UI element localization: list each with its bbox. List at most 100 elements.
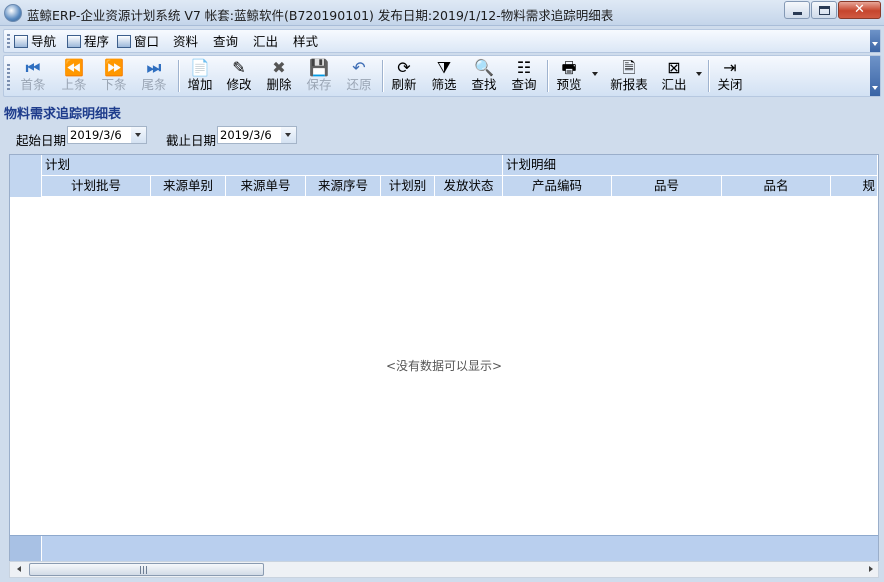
toolbar-separator xyxy=(382,60,383,92)
first-record-button[interactable]: ⏮ 首条 xyxy=(13,58,53,94)
close-icon: ✕ xyxy=(854,2,865,17)
first-record-icon: ⏮ xyxy=(25,58,41,77)
menu-data[interactable]: 资料 xyxy=(173,33,198,51)
close-form-button[interactable]: ⇥ 关闭 xyxy=(710,58,750,94)
menu-window[interactable]: 窗口 xyxy=(117,33,159,51)
button-label: 修改 xyxy=(226,77,252,92)
delete-icon: ✖ xyxy=(272,58,286,77)
edit-button[interactable]: ✎ 修改 xyxy=(219,58,259,94)
toolbar-grip-handle[interactable] xyxy=(7,64,10,90)
button-label: 保存 xyxy=(306,77,332,92)
toolbar: ⏮ 首条 ⏪ 上条 ⏩ 下条 ⏭ 尾条 📄 增加 ✎ 修改 ✖ 删除 💾 保存 ↶ 还原 ⟳ 刷新 … xyxy=(3,55,881,97)
scroll-left-icon[interactable] xyxy=(10,562,26,577)
group-header-plan: 计划 xyxy=(42,155,503,176)
menu-style[interactable]: 样式 xyxy=(293,33,318,51)
print-preview-icon: 🖶 xyxy=(561,58,577,77)
window-icon xyxy=(117,35,131,48)
button-label: 上条 xyxy=(61,77,87,92)
minimize-icon xyxy=(793,12,802,15)
menu-overflow-button[interactable] xyxy=(870,30,880,52)
menu-bar: 导航 程序 窗口 资料 查询 汇出 样式 xyxy=(3,29,881,53)
grid-corner-cell[interactable] xyxy=(10,155,42,197)
add-button[interactable]: 📄 增加 xyxy=(180,58,220,94)
title-bar: 蓝鲸ERP-企业资源计划系统 V7 帐套:蓝鲸软件(B720190101) 发布… xyxy=(0,0,884,26)
toolbar-overflow-button[interactable] xyxy=(870,56,880,96)
app-logo-icon xyxy=(4,4,22,22)
save-icon: 💾 xyxy=(309,58,329,77)
edit-icon: ✎ xyxy=(232,58,246,77)
close-window-button[interactable]: ✕ xyxy=(838,1,881,19)
column-header[interactable]: 规 xyxy=(831,176,878,197)
menu-query[interactable]: 查询 xyxy=(213,33,238,51)
add-icon: 📄 xyxy=(190,58,210,77)
undo-button[interactable]: ↶ 还原 xyxy=(339,58,379,94)
button-label: 关闭 xyxy=(717,77,743,92)
button-label: 增加 xyxy=(187,77,213,92)
button-label: 首条 xyxy=(20,77,46,92)
column-header[interactable]: 计划别 xyxy=(381,176,435,197)
column-header[interactable]: 来源单号 xyxy=(226,176,306,197)
query-button[interactable]: ☷ 查询 xyxy=(504,58,544,94)
menu-export[interactable]: 汇出 xyxy=(253,33,278,51)
undo-icon: ↶ xyxy=(352,58,366,77)
column-header[interactable]: 品名 xyxy=(722,176,831,197)
end-date-dropdown-button[interactable] xyxy=(281,126,297,144)
menu-label: 导航 xyxy=(31,34,57,49)
button-label: 查询 xyxy=(511,77,537,92)
delete-button[interactable]: ✖ 删除 xyxy=(259,58,299,94)
filter-button[interactable]: ⧩ 筛选 xyxy=(424,58,464,94)
close-door-icon: ⇥ xyxy=(723,58,737,77)
button-label: 下条 xyxy=(101,77,127,92)
maximize-button[interactable] xyxy=(811,1,837,19)
menu-program[interactable]: 程序 xyxy=(67,33,109,51)
column-header[interactable]: 产品编码 xyxy=(503,176,612,197)
grid-footer-row xyxy=(10,535,878,561)
scrollbar-thumb[interactable] xyxy=(29,563,264,576)
button-label: 还原 xyxy=(346,77,372,92)
next-record-button[interactable]: ⏩ 下条 xyxy=(94,58,134,94)
refresh-button[interactable]: ⟳ 刷新 xyxy=(384,58,424,94)
export-dropdown-arrow[interactable] xyxy=(696,72,702,79)
export-button[interactable]: ⊠ 汇出 xyxy=(654,58,694,94)
maximize-icon xyxy=(819,6,830,15)
save-button[interactable]: 💾 保存 xyxy=(299,58,339,94)
empty-grid-message: <没有数据可以显示> xyxy=(385,359,503,373)
scroll-right-icon[interactable] xyxy=(862,562,878,577)
column-header[interactable]: 计划批号 xyxy=(42,176,151,197)
find-button[interactable]: 🔍 查找 xyxy=(464,58,504,94)
button-label: 汇出 xyxy=(661,77,687,92)
grid-footer-indicator xyxy=(10,536,42,561)
window-title: 蓝鲸ERP-企业资源计划系统 V7 帐套:蓝鲸软件(B720190101) 发布… xyxy=(27,8,614,23)
button-label: 删除 xyxy=(266,77,292,92)
print-preview-button[interactable]: 🖶 预览 xyxy=(549,58,589,94)
button-label: 尾条 xyxy=(141,77,167,92)
column-header[interactable]: 发放状态 xyxy=(435,176,503,197)
new-report-button[interactable]: 🗎 新报表 xyxy=(607,58,651,94)
menu-navigation[interactable]: 导航 xyxy=(14,33,56,51)
toolbar-separator xyxy=(708,60,709,92)
column-header[interactable]: 来源单别 xyxy=(151,176,226,197)
menu-label: 程序 xyxy=(84,34,110,49)
refresh-icon: ⟳ xyxy=(397,58,411,77)
toolbar-separator xyxy=(178,60,179,92)
horizontal-scrollbar[interactable] xyxy=(9,561,879,578)
button-label: 查找 xyxy=(471,77,497,92)
export-icon: ⊠ xyxy=(667,58,681,77)
start-date-dropdown-button[interactable] xyxy=(131,126,147,144)
column-header[interactable]: 品号 xyxy=(612,176,722,197)
button-label: 预览 xyxy=(556,77,582,92)
previous-record-button[interactable]: ⏪ 上条 xyxy=(54,58,94,94)
button-label: 刷新 xyxy=(391,77,417,92)
next-record-icon: ⏩ xyxy=(104,58,124,77)
preview-dropdown-arrow[interactable] xyxy=(592,72,598,79)
column-header[interactable]: 来源序号 xyxy=(306,176,381,197)
last-record-icon: ⏭ xyxy=(146,58,162,77)
menu-grip-handle[interactable] xyxy=(7,34,10,50)
last-record-button[interactable]: ⏭ 尾条 xyxy=(134,58,174,94)
minimize-button[interactable] xyxy=(784,1,810,19)
start-date-label: 起始日期 xyxy=(16,133,67,148)
find-binoculars-icon: 🔍 xyxy=(474,58,494,77)
scrollbar-grip-icon xyxy=(140,566,149,574)
form-title: 物料需求追踪明细表 xyxy=(4,107,122,122)
data-grid[interactable]: 计划 计划明细 计划批号 来源单别 来源单号 来源序号 计划别 发放状态 产品编… xyxy=(9,154,879,562)
